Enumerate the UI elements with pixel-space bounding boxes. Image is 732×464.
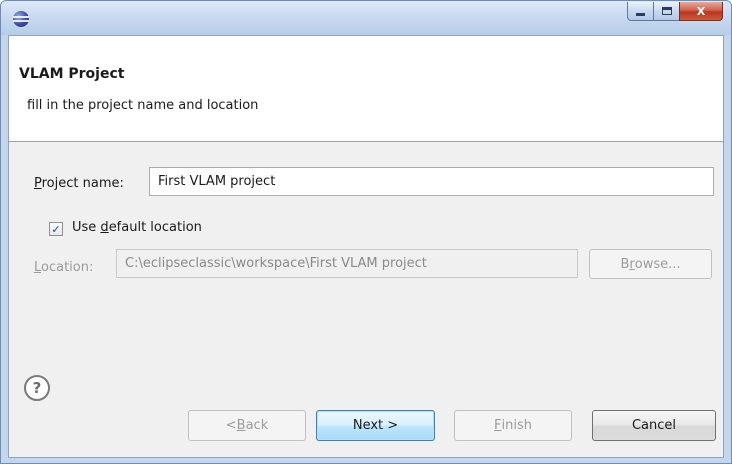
next-button[interactable]: Next > [316,410,435,441]
help-icon[interactable]: ? [24,375,50,401]
check-icon: ✓ [51,222,61,236]
wizard-window: X VLAM Project fill in the project name … [0,0,732,464]
cancel-button[interactable]: Cancel [592,410,716,441]
minimize-icon [636,12,645,16]
minimize-button[interactable] [627,2,653,21]
page-title: VLAM Project [19,66,125,82]
project-name-input[interactable] [149,167,714,196]
project-name-label: Project name: [34,176,124,191]
browse-button: Br owse... [589,249,712,279]
project-name-field[interactable] [158,174,705,189]
back-button: < Back [188,410,306,441]
window-controls: X [627,2,723,22]
eclipse-icon [13,11,29,27]
use-default-location-label[interactable]: Use default location [72,220,202,235]
wizard-banner: VLAM Project fill in the project name an… [9,36,723,142]
page-description: fill in the project name and location [27,98,259,113]
title-bar[interactable]: X [1,1,731,35]
finish-button: Finish [454,410,572,441]
location-input: C:\eclipseclassic\workspace\First VLAM p… [116,249,578,278]
location-label: Location: [34,260,94,275]
location-value: C:\eclipseclassic\workspace\First VLAM p… [125,256,427,271]
use-default-location-checkbox[interactable]: ✓ [49,222,63,236]
close-button[interactable]: X [679,2,723,21]
maximize-button[interactable] [653,2,679,21]
close-icon: X [696,4,706,18]
maximize-icon [661,7,672,15]
dialog-client-area: VLAM Project fill in the project name an… [8,35,724,458]
